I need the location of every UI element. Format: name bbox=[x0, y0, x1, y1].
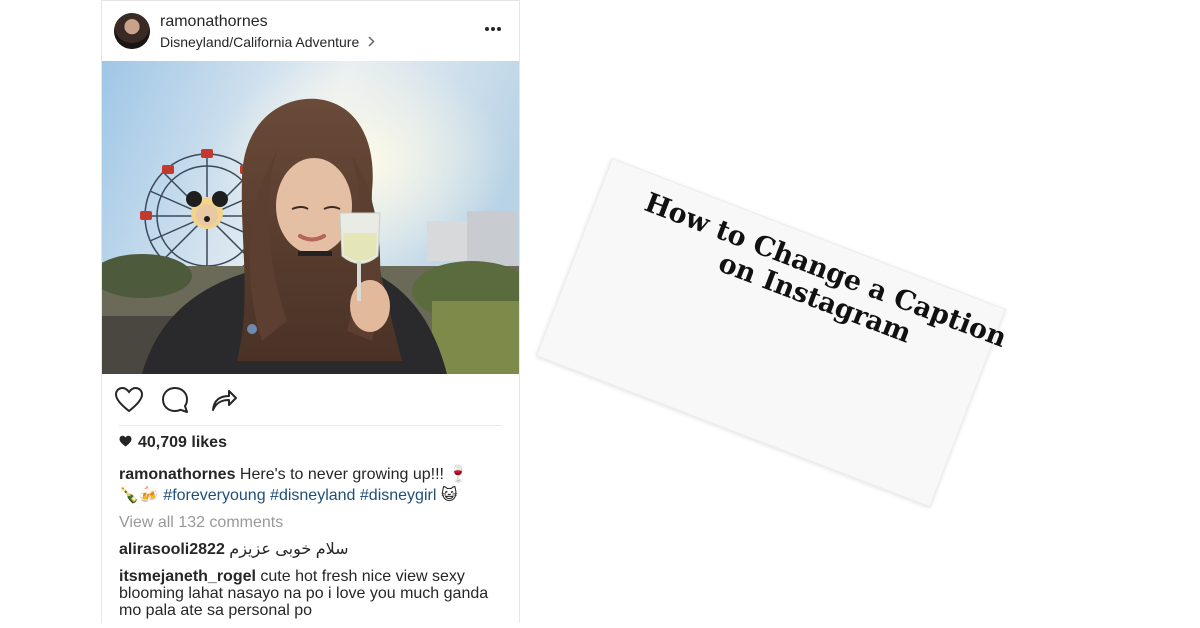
hashtag-link[interactable]: #disneyland bbox=[270, 487, 355, 504]
post-caption: ramonathornes Here's to never growing up… bbox=[119, 464, 504, 506]
comment-username[interactable]: alirasooli2822 bbox=[119, 541, 225, 558]
post-actions bbox=[102, 379, 519, 425]
post-photo[interactable] bbox=[102, 61, 519, 374]
share-icon[interactable] bbox=[208, 385, 238, 415]
likes-count[interactable]: 40,709 likes bbox=[119, 434, 227, 452]
post-header: ramonathornes Disneyland/California Adve… bbox=[102, 1, 519, 61]
hashtag-link[interactable]: #disneygirl bbox=[360, 487, 436, 504]
hashtag-link[interactable]: #foreveryoung bbox=[163, 487, 265, 504]
caption-username[interactable]: ramonathornes bbox=[119, 466, 235, 483]
location-chevron-icon bbox=[368, 34, 375, 50]
avatar[interactable] bbox=[114, 13, 150, 49]
post-location[interactable]: Disneyland/California Adventure bbox=[160, 34, 375, 50]
comment-item: itsmejaneth_rogel cute hot fresh nice vi… bbox=[119, 568, 504, 619]
caption-emoji-end: 😺 bbox=[440, 487, 458, 504]
instagram-post: ramonathornes Disneyland/California Adve… bbox=[101, 0, 520, 623]
comment-item: alirasooli2822 سلام خوبی عزیزم bbox=[119, 541, 504, 558]
comment-username[interactable]: itsmejaneth_rogel bbox=[119, 568, 256, 585]
likes-heart-icon bbox=[119, 434, 132, 452]
post-username[interactable]: ramonathornes bbox=[160, 13, 268, 31]
caption-text: Here's to never growing up!!! 🍷 bbox=[239, 466, 469, 483]
heart-icon[interactable] bbox=[114, 385, 144, 415]
divider bbox=[119, 425, 502, 426]
likes-label: 40,709 likes bbox=[138, 434, 227, 451]
more-icon[interactable] bbox=[483, 19, 503, 39]
comment-icon[interactable] bbox=[160, 385, 190, 415]
view-all-comments-link[interactable]: View all 132 comments bbox=[119, 514, 283, 532]
location-label: Disneyland/California Adventure bbox=[160, 34, 360, 50]
caption-emoji-start: 🍾🍻 bbox=[119, 487, 159, 504]
comment-text: سلام خوبی عزیزم bbox=[229, 541, 349, 558]
